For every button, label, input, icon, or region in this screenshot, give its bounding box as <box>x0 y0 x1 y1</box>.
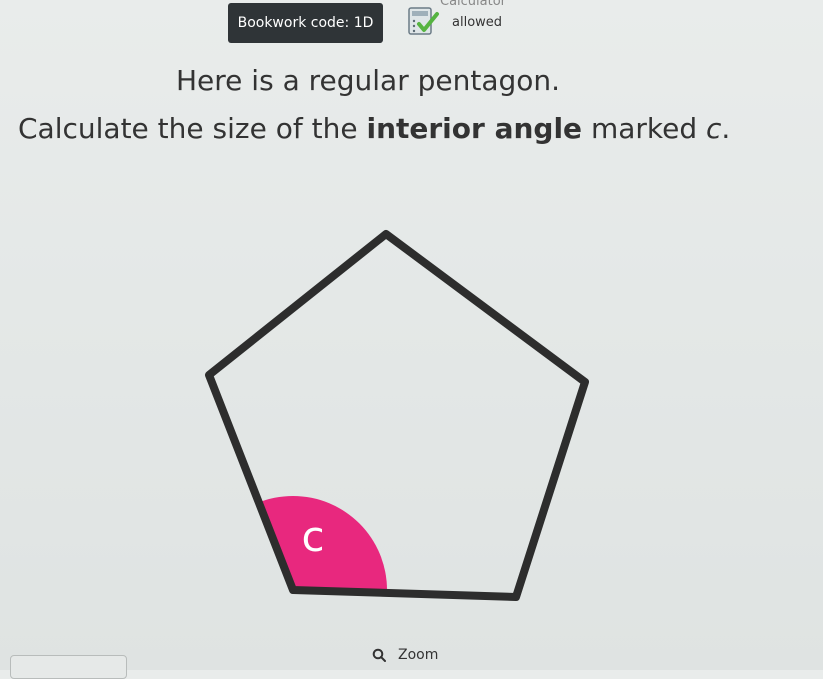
angle-c-label: c <box>301 512 324 561</box>
bottom-answer-bar[interactable] <box>10 655 127 679</box>
search-icon <box>372 648 386 662</box>
zoom-label: Zoom <box>398 647 439 663</box>
pentagon-diagram: c <box>205 230 589 601</box>
zoom-button[interactable]: Zoom <box>372 647 438 663</box>
pentagon-outline <box>205 230 589 601</box>
